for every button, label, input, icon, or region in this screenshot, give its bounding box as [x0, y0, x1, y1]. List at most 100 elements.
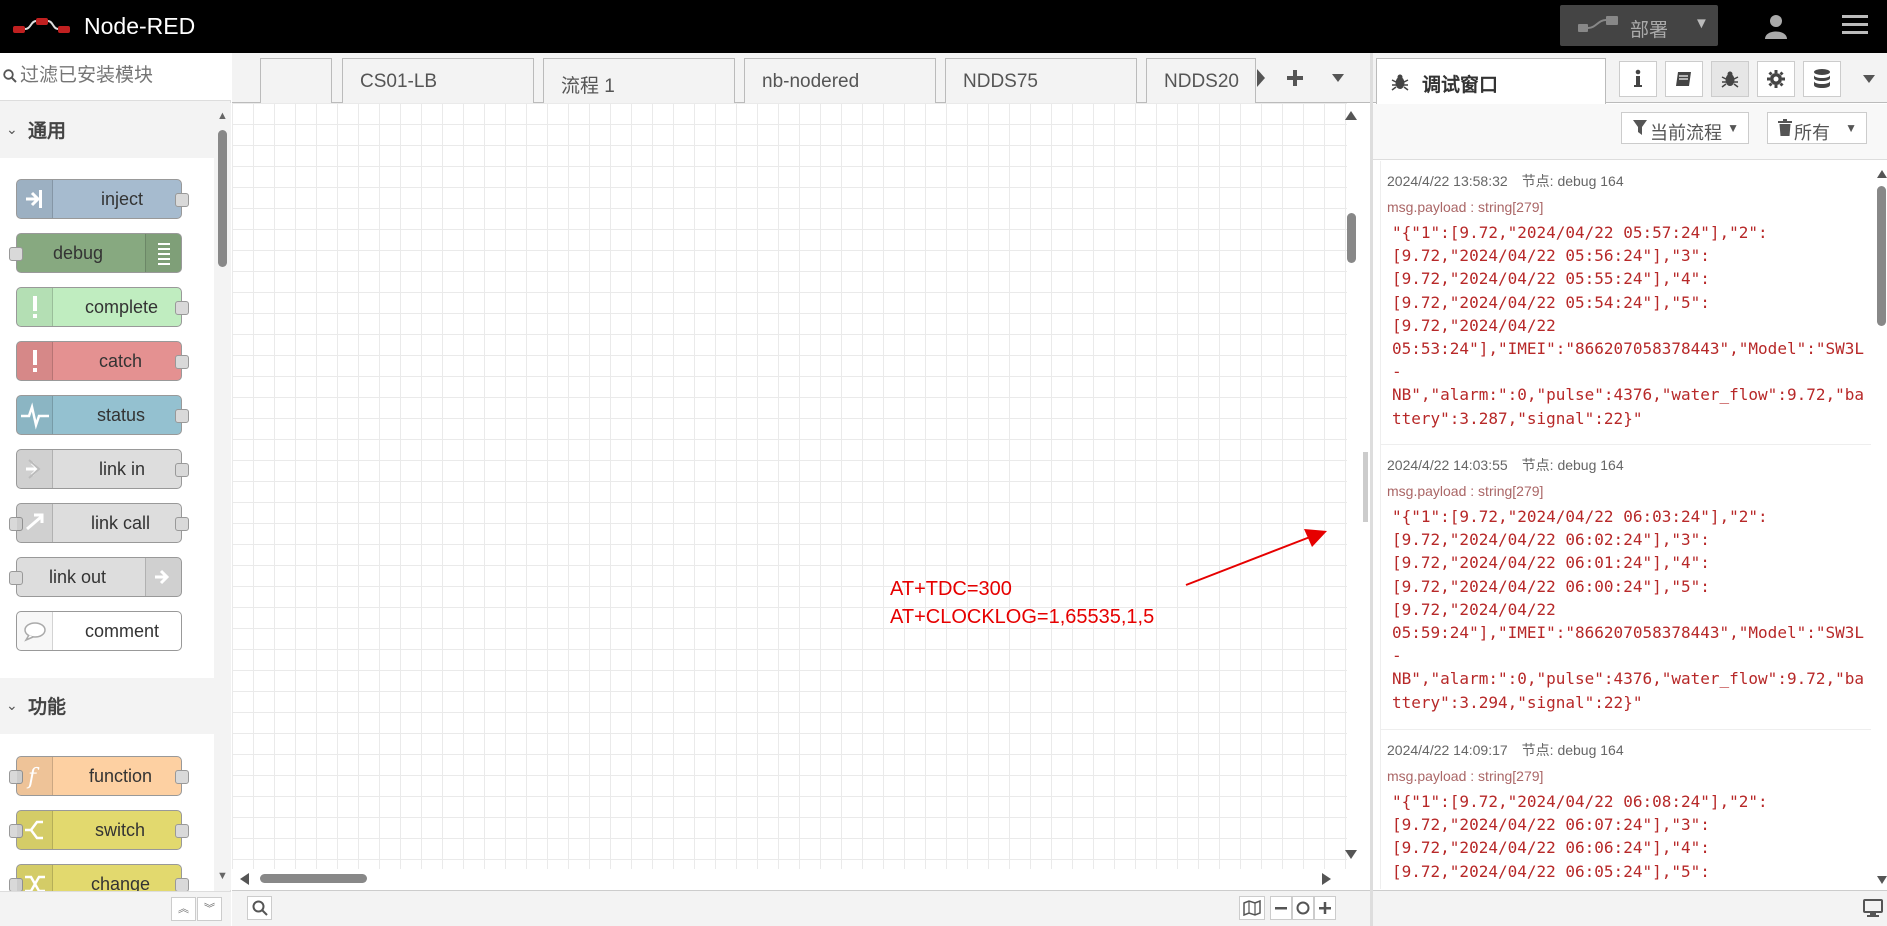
- book-icon: [1676, 72, 1691, 86]
- filter-icon: [1633, 120, 1647, 135]
- zoom-out-button[interactable]: [1270, 896, 1292, 920]
- input-port[interactable]: [9, 247, 23, 261]
- debug-tab-button[interactable]: [1711, 61, 1749, 97]
- user-icon[interactable]: [1762, 12, 1790, 40]
- canvas-comment[interactable]: AT+TDC=300 AT+CLOCKLOG=1,65535,1,5: [890, 575, 1154, 631]
- config-tab-button[interactable]: [1757, 61, 1795, 97]
- palette-node-status[interactable]: status: [16, 395, 189, 435]
- scroll-down-icon[interactable]: [1345, 850, 1357, 859]
- scroll-up-icon[interactable]: [1877, 170, 1887, 178]
- sidebar-splitter-handle[interactable]: [1363, 452, 1368, 522]
- palette-node-catch[interactable]: catch: [16, 341, 189, 381]
- scroll-down-icon[interactable]: [1877, 876, 1887, 884]
- debug-message[interactable]: 2024/4/22 14:09:17 节点: debug 164 msg.payl…: [1381, 730, 1871, 889]
- header-bar: Node-RED 部署 ▼: [0, 0, 1887, 53]
- debug-message[interactable]: 2024/4/22 14:03:55 节点: debug 164 msg.payl…: [1381, 445, 1871, 730]
- node-label: link out: [49, 567, 107, 587]
- output-port[interactable]: [175, 463, 189, 477]
- output-port[interactable]: [175, 301, 189, 315]
- bug-icon: [1391, 74, 1409, 91]
- monitor-icon[interactable]: [1863, 899, 1883, 917]
- output-port[interactable]: [175, 517, 189, 531]
- scroll-down-icon[interactable]: ▼: [217, 870, 228, 882]
- palette-node-comment[interactable]: comment: [16, 611, 182, 651]
- palette-node-debug[interactable]: debug: [9, 233, 182, 273]
- scroll-up-icon[interactable]: ▲: [217, 110, 228, 122]
- category-header-common[interactable]: ⌄ 通用: [0, 102, 214, 157]
- tab-blank[interactable]: [260, 58, 332, 103]
- scroll-left-icon[interactable]: [240, 873, 249, 885]
- output-port[interactable]: [175, 355, 189, 369]
- scroll-up-icon[interactable]: [1345, 111, 1357, 120]
- tab-list-caret-icon[interactable]: [1332, 74, 1344, 82]
- debug-scrollbar-thumb[interactable]: [1877, 186, 1886, 326]
- zoom-in-button[interactable]: [1314, 896, 1336, 920]
- output-port[interactable]: [175, 193, 189, 207]
- palette-node-link-call[interactable]: link call: [9, 503, 189, 543]
- help-tab-button[interactable]: [1665, 61, 1703, 97]
- tab-debug[interactable]: 调试窗口: [1376, 58, 1606, 104]
- sidebar-tabs-caret-icon[interactable]: [1863, 75, 1875, 83]
- tab-label: NDDS20: [1164, 71, 1239, 92]
- tab-scroll-right-icon[interactable]: [1255, 68, 1267, 88]
- tab-label: nb-nodered: [762, 71, 860, 92]
- tab-nb-nodered[interactable]: nb-nodered: [744, 58, 936, 103]
- navigator-button[interactable]: [1239, 896, 1265, 920]
- annotation-line-2: AT+CLOCKLOG=1,65535,1,5: [890, 606, 1155, 628]
- context-tab-button[interactable]: [1803, 61, 1841, 97]
- output-port[interactable]: [175, 878, 189, 892]
- canvas-vertical-scrollbar-thumb[interactable]: [1347, 213, 1356, 263]
- debug-message[interactable]: 2024/4/22 13:58:32 节点: debug 164 msg.payl…: [1381, 161, 1871, 445]
- output-port[interactable]: [175, 824, 189, 838]
- message-payload[interactable]: "{"1":[9.72,"2024/04/22 06:08:24"],"2": …: [1392, 790, 1864, 883]
- flow-canvas[interactable]: AT+TDC=300 AT+CLOCKLOG=1,65535,1,5: [232, 103, 1347, 869]
- palette-node-function[interactable]: f function: [9, 756, 189, 796]
- tab-ndds75[interactable]: NDDS75: [945, 58, 1137, 103]
- message-payload[interactable]: "{"1":[9.72,"2024/04/22 05:57:24"],"2": …: [1392, 221, 1864, 430]
- message-timestamp: 2024/4/22 13:58:32: [1387, 173, 1508, 189]
- zoom-reset-button[interactable]: [1292, 896, 1314, 920]
- palette-node-complete[interactable]: complete: [16, 287, 189, 327]
- app-title: Node-RED: [84, 13, 196, 39]
- exclamation-icon: [17, 342, 53, 380]
- message-node-link[interactable]: 节点: debug 164: [1522, 173, 1624, 189]
- output-port[interactable]: [175, 409, 189, 423]
- palette-node-switch[interactable]: switch: [9, 810, 189, 850]
- red-arrow-icon: [1185, 529, 1327, 586]
- search-flows-button[interactable]: [247, 896, 272, 920]
- message-meta: 2024/4/22 13:58:32 节点: debug 164: [1387, 171, 1624, 191]
- palette-panel: ⌄ 通用 inject debug: [0, 53, 231, 926]
- message-type[interactable]: msg.payload : string[279]: [1387, 768, 1543, 784]
- message-type[interactable]: msg.payload : string[279]: [1387, 199, 1543, 215]
- palette-filter-input[interactable]: [20, 65, 230, 87]
- deploy-button[interactable]: 部署 ▼: [1560, 5, 1718, 46]
- palette-node-link-in[interactable]: link in: [16, 449, 189, 489]
- collapse-all-button[interactable]: ︽: [171, 897, 196, 921]
- message-node-link[interactable]: 节点: debug 164: [1522, 742, 1624, 758]
- palette-node-inject[interactable]: inject: [16, 179, 189, 219]
- minus-icon: [1275, 907, 1287, 910]
- message-type[interactable]: msg.payload : string[279]: [1387, 483, 1543, 499]
- tab-cs01-lb[interactable]: CS01-LB: [342, 58, 534, 103]
- expand-all-button[interactable]: ︾: [197, 897, 222, 921]
- tab-label: 调试窗口: [1422, 75, 1499, 96]
- menu-icon[interactable]: [1842, 14, 1868, 36]
- message-payload[interactable]: "{"1":[9.72,"2024/04/22 06:03:24"],"2": …: [1392, 505, 1864, 714]
- palette-node-link-out[interactable]: link out: [9, 557, 182, 597]
- tab-ndds20[interactable]: NDDS20: [1146, 58, 1256, 103]
- canvas-horizontal-scrollbar-thumb[interactable]: [260, 874, 367, 883]
- tab-flow-1[interactable]: 流程 1: [543, 58, 735, 103]
- message-node-link[interactable]: 节点: debug 164: [1522, 457, 1624, 473]
- debug-clear-button[interactable]: 所有 ▼: [1767, 112, 1867, 144]
- category-header-function[interactable]: ⌄ 功能: [0, 678, 214, 733]
- debug-filter-button[interactable]: 当前流程 ▼: [1621, 112, 1749, 144]
- info-tab-button[interactable]: [1619, 61, 1657, 97]
- trash-icon: [1778, 119, 1792, 136]
- add-tab-icon[interactable]: [1287, 70, 1303, 86]
- palette-node-change[interactable]: change: [9, 864, 189, 893]
- scroll-right-icon[interactable]: [1322, 873, 1331, 885]
- input-port[interactable]: [9, 571, 23, 585]
- palette-scrollbar-thumb[interactable]: [218, 130, 227, 267]
- caret-down-icon[interactable]: ▼: [1694, 15, 1709, 32]
- output-port[interactable]: [175, 770, 189, 784]
